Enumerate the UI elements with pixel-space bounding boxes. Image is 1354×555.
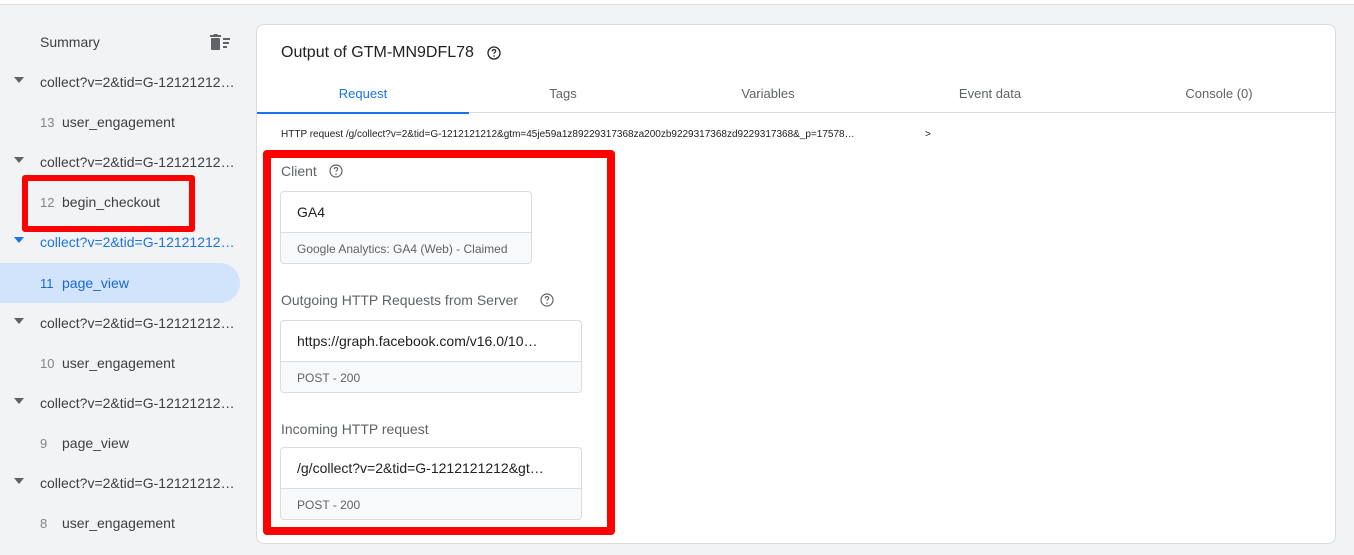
request-url: collect?v=2&tid=G-1212121212 — [40, 234, 235, 250]
summary-label: Summary — [40, 34, 100, 50]
request-url: collect?v=2&tid=G-1212121212 — [40, 315, 235, 331]
sidebar: Summary collect?v=2&tid=G-1212121212 13 … — [0, 22, 245, 555]
highlight-box-main — [263, 150, 615, 535]
expand-request-chevron[interactable]: > — [925, 129, 931, 140]
tab-bar: Request Tags Variables Event data Consol… — [257, 81, 1335, 114]
sidebar-request-item[interactable]: collect?v=2&tid=G-1212121212 — [0, 303, 240, 343]
expand-arrow-icon[interactable] — [14, 318, 24, 324]
event-number: 8 — [40, 516, 48, 531]
panel-title: Output of GTM-MN9DFL78 — [281, 44, 474, 61]
tab-tags[interactable]: Tags — [457, 81, 669, 113]
highlight-box-sidebar — [22, 175, 195, 232]
sidebar-event-item[interactable]: 10 user_engagement — [0, 343, 240, 383]
expand-arrow-icon[interactable] — [14, 77, 24, 83]
request-url: collect?v=2&tid=G-1212121212 — [40, 395, 235, 411]
event-name: user_engagement — [62, 114, 175, 130]
http-request-line[interactable]: HTTP request /g/collect?v=2&tid=G-121212… — [281, 129, 855, 140]
request-url: collect?v=2&tid=G-1212121212 — [40, 74, 235, 90]
request-url: collect?v=2&tid=G-1212121212 — [40, 154, 235, 170]
event-name: user_engagement — [62, 355, 175, 371]
expand-arrow-icon[interactable] — [14, 237, 24, 243]
expand-arrow-icon[interactable] — [14, 398, 24, 404]
sidebar-summary[interactable]: Summary — [0, 22, 245, 62]
sidebar-request-item[interactable]: collect?v=2&tid=G-1212121212 — [0, 463, 240, 503]
event-number: 13 — [40, 115, 55, 130]
delete-sweep-icon[interactable] — [210, 34, 230, 50]
sidebar-event-item[interactable]: 8 user_engagement — [0, 503, 240, 543]
event-number: 9 — [40, 436, 48, 451]
sidebar-event-item[interactable]: 13 user_engagement — [0, 102, 240, 142]
tab-event-data[interactable]: Event data — [884, 81, 1096, 113]
help-circle-icon[interactable] — [487, 46, 501, 60]
event-number: 11 — [40, 276, 54, 291]
sidebar-event-item-selected[interactable]: 11 page_view — [0, 263, 240, 303]
tab-request[interactable]: Request — [257, 81, 469, 114]
sidebar-request-item[interactable]: collect?v=2&tid=G-1212121212 — [0, 383, 240, 423]
sidebar-request-item[interactable]: collect?v=2&tid=G-1212121212 — [0, 62, 240, 102]
top-bar — [0, 0, 1354, 5]
event-number: 10 — [40, 356, 55, 371]
expand-arrow-icon[interactable] — [14, 157, 24, 163]
tab-variables[interactable]: Variables — [662, 81, 874, 113]
request-url: collect?v=2&tid=G-1212121212 — [40, 475, 235, 491]
sidebar-event-item[interactable]: 9 page_view — [0, 423, 240, 463]
event-name: page_view — [62, 275, 129, 291]
event-name: user_engagement — [62, 515, 175, 531]
tab-console[interactable]: Console (0) — [1113, 81, 1325, 113]
event-name: page_view — [62, 435, 129, 451]
expand-arrow-icon[interactable] — [14, 478, 24, 484]
